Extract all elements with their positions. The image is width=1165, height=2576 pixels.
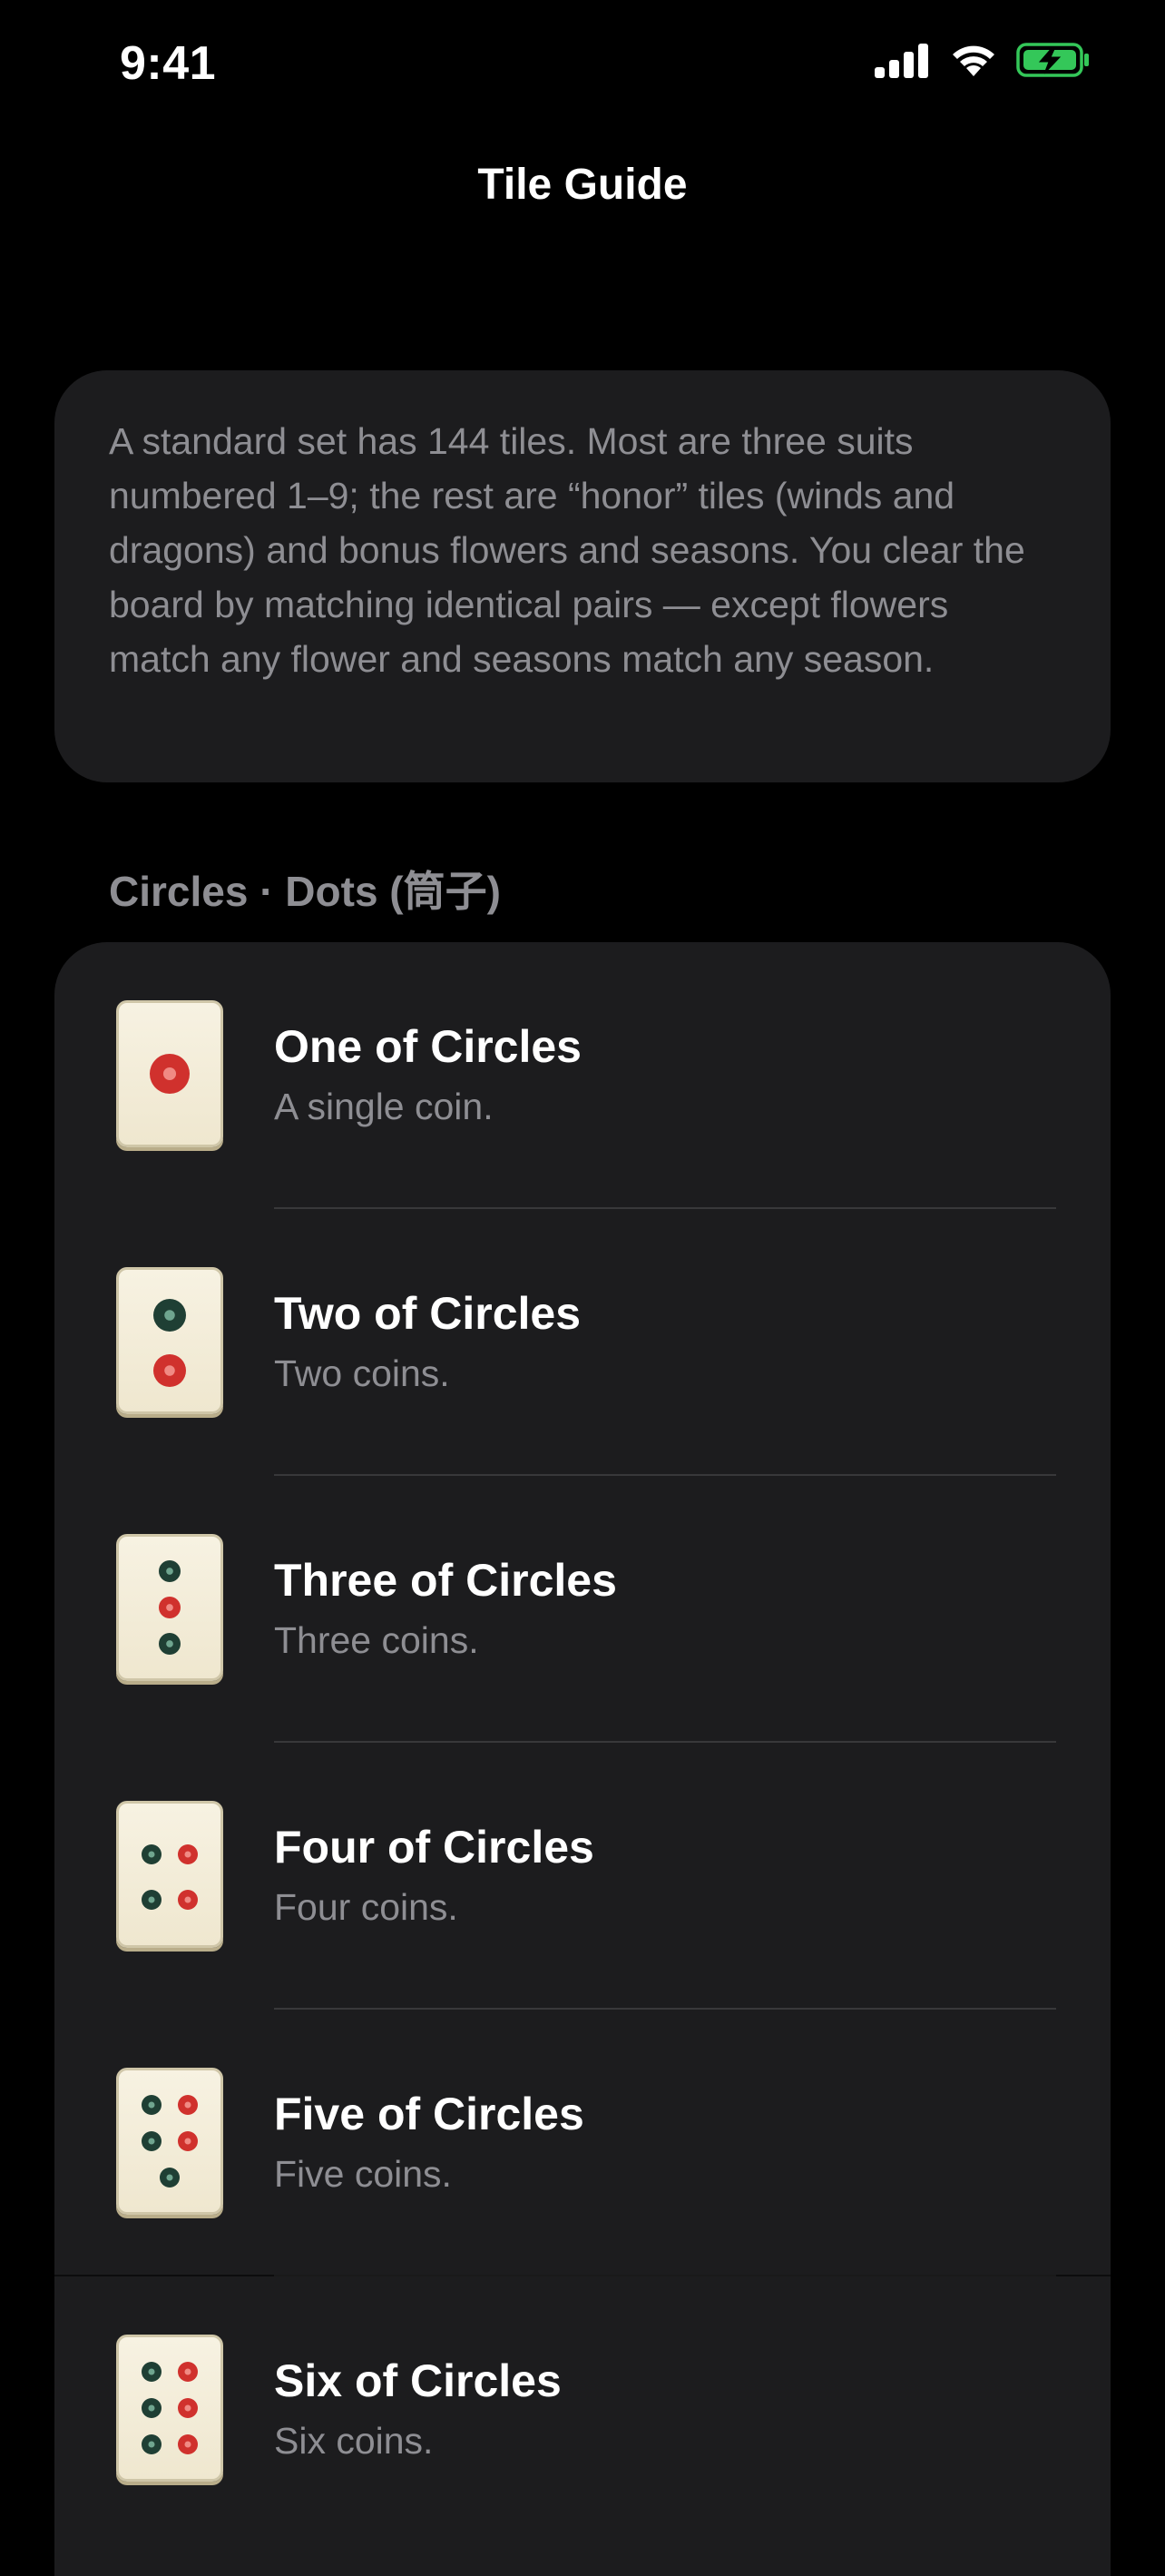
list-item-subtitle: Four coins. [274,1886,458,1928]
list-item-title: Five of Circles [274,2089,584,2139]
list-item-title: Six of Circles [274,2355,562,2406]
list-item[interactable]: One of Circles A single coin. [54,942,1111,1209]
coin-dot-center [184,2441,191,2448]
list-item-subtitle: Three coins. [274,1619,479,1661]
coin-dot-center [184,2101,191,2109]
coin-dot-center [184,1851,191,1858]
list-item[interactable]: Two of Circles Two coins. [54,1209,1111,1476]
list-item[interactable]: Four of Circles Four coins. [54,1743,1111,2010]
coin-dot-center [148,1851,155,1858]
page-title: Tile Guide [477,161,688,209]
tile-three-of-circles-icon [116,1534,223,1681]
wifi-icon [949,42,998,83]
coin-dot-center [184,2368,191,2375]
intro-card: A standard set has 144 tiles. Most are t… [54,370,1111,782]
tile-two-of-circles-icon [116,1267,223,1414]
list-item-subtitle: A single coin. [274,1086,494,1127]
section-header-circles: Circles · Dots (筒子) [109,868,501,915]
status-time: 9:41 [120,37,217,90]
list-item-subtitle: Five coins. [274,2153,452,2195]
list-item-subtitle: Six coins. [274,2420,434,2462]
coin-dot-center [148,1896,155,1903]
coin-dot-center [166,1604,173,1611]
list-item-subtitle: Two coins. [274,1352,450,1394]
status-bar: 9:41 [0,0,1165,136]
coin-dot-center [148,2404,155,2412]
coin-dot-center [164,1310,175,1321]
list-item[interactable]: Five of Circles Five coins. [54,2010,1111,2276]
list-item-title: Three of Circles [274,1555,617,1606]
list-item-title: Two of Circles [274,1288,582,1339]
coin-dot-center [166,2174,173,2181]
coin-dot-center [148,2441,155,2448]
list-item[interactable]: Three of Circles Three coins. [54,1476,1111,1743]
coin-dot-center [148,2138,155,2145]
coin-dot-center [184,1896,191,1903]
tile-four-of-circles-icon [116,1801,223,1948]
list-item-title: Four of Circles [274,1822,594,1873]
tile-list: One of Circles A single coin. Two of Cir… [54,942,1111,2576]
list-item-title: One of Circles [274,1021,582,1072]
coin-dot-center [166,1640,173,1647]
coin-dot-center [148,2101,155,2109]
battery-charging-icon [1016,42,1091,83]
coin-dot-center [184,2404,191,2412]
tile-five-of-circles-icon [116,2068,223,2215]
coin-dot-center [164,1365,175,1376]
tile-six-of-circles-icon [116,2335,223,2482]
coin-dot-center [162,1067,177,1081]
coin-dot-center [166,1568,173,1575]
coin-dot-center [148,2368,155,2375]
coin-dot-center [184,2138,191,2145]
cellular-signal-icon [875,42,931,83]
status-icons [875,42,1091,83]
tile-one-of-circles-icon [116,1000,223,1147]
intro-text: A standard set has 144 tiles. Most are t… [109,420,1025,680]
list-item[interactable]: Six of Circles Six coins. [54,2276,1111,2543]
